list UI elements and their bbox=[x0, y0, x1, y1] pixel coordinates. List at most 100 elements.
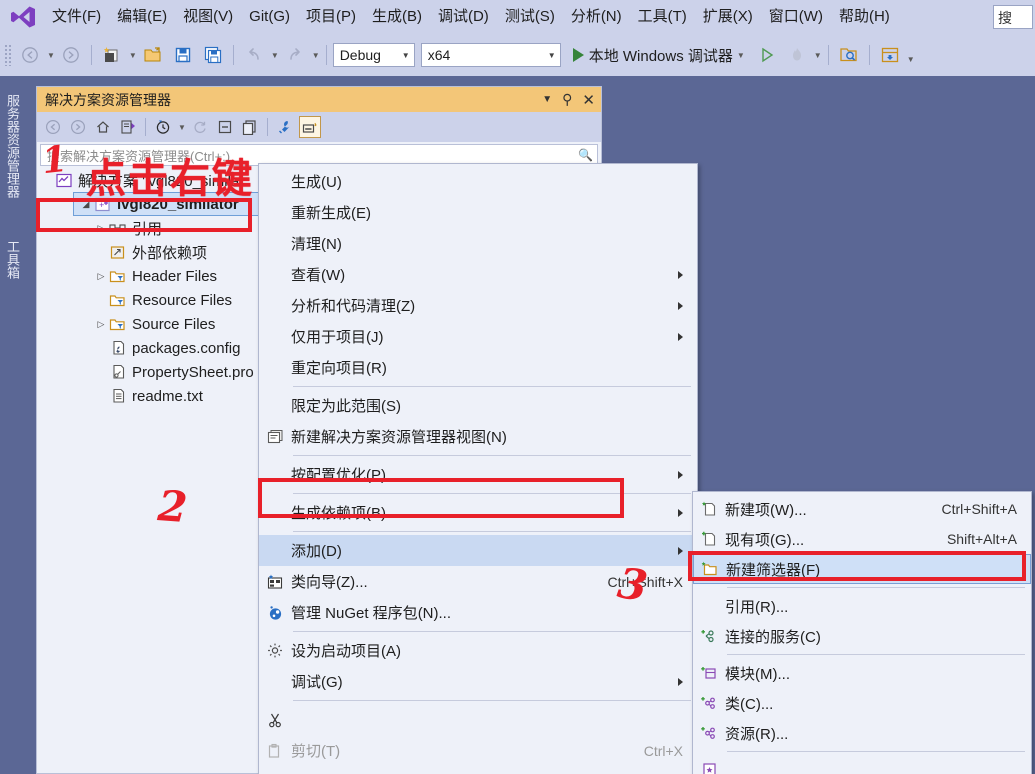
start-debug-dropdown-icon[interactable]: ▼ bbox=[737, 51, 745, 60]
home-icon[interactable] bbox=[92, 116, 114, 138]
menu-item-clean[interactable]: 清理(N) bbox=[259, 228, 697, 259]
menu-item-label: 重新生成(E) bbox=[291, 205, 371, 222]
save-all-icon[interactable] bbox=[199, 42, 227, 68]
config-file-icon bbox=[109, 340, 127, 356]
platform-combo[interactable]: x64 ▼ bbox=[420, 43, 561, 67]
menu-help[interactable]: 帮助(H) bbox=[831, 3, 898, 31]
menu-item-cut[interactable] bbox=[259, 704, 697, 735]
menu-item-scope-to-this[interactable]: 限定为此范围(S) bbox=[259, 390, 697, 421]
menu-item-build[interactable]: 生成(U) bbox=[259, 166, 697, 197]
menu-build[interactable]: 生成(B) bbox=[364, 3, 430, 31]
menu-file[interactable]: 文件(F) bbox=[44, 3, 109, 31]
menu-item-set-as-startup-project[interactable]: 设为启动项目(A) bbox=[259, 635, 697, 666]
menu-item-rebuild[interactable]: 重新生成(E) bbox=[259, 197, 697, 228]
menu-test[interactable]: 测试(S) bbox=[497, 3, 563, 31]
start-debug-icon[interactable] bbox=[572, 48, 584, 62]
menu-analyze[interactable]: 分析(N) bbox=[563, 3, 630, 31]
menu-item-remove[interactable]: 粘贴(P) Ctrl+V bbox=[259, 766, 697, 774]
pin-icon[interactable]: ⚲ bbox=[562, 91, 572, 108]
global-search-input[interactable]: 搜 bbox=[993, 5, 1033, 29]
menu-item-retarget-project[interactable]: 重定向项目(R) bbox=[259, 352, 697, 383]
save-icon[interactable] bbox=[169, 42, 197, 68]
sidebar-tab-server-explorer[interactable]: 服务器资源管理器 bbox=[0, 80, 22, 212]
start-debug-group[interactable]: 本地 Windows 调试器 ▼ bbox=[572, 45, 745, 66]
menu-item-build-dependencies[interactable]: 生成依赖项(B) bbox=[259, 497, 697, 528]
submenu-item-new-item[interactable]: 新建项(W)... Ctrl+Shift+A bbox=[693, 494, 1031, 524]
pending-changes-dropdown-icon[interactable]: ▼ bbox=[178, 123, 186, 132]
undo-icon[interactable] bbox=[240, 42, 268, 68]
toolbar-overflow-icon[interactable]: ▼ bbox=[907, 55, 915, 64]
menu-item-analyze-code-cleanup[interactable]: 分析和代码清理(Z) bbox=[259, 290, 697, 321]
tree-row-project[interactable]: ◢ + lvgl820_similator bbox=[73, 192, 283, 216]
expander-collapsed-icon[interactable]: ▷ bbox=[93, 271, 109, 282]
menu-item-paste[interactable]: 剪切(T) Ctrl+X bbox=[259, 735, 697, 766]
submenu-item-connected-service[interactable]: 连接的服务(C) bbox=[693, 621, 1031, 651]
redo-dropdown-icon[interactable]: ▼ bbox=[312, 51, 320, 60]
submenu-item-new-filter[interactable]: 新建筛选器(F) bbox=[693, 554, 1031, 584]
menu-item-project-only[interactable]: 仅用于项目(J) bbox=[259, 321, 697, 352]
window-layout-icon[interactable] bbox=[876, 42, 904, 68]
menu-item-profile-guided-optimization[interactable]: 按配置优化(P) bbox=[259, 459, 697, 490]
menu-separator bbox=[293, 531, 691, 532]
expander-collapsed-icon[interactable]: ▷ bbox=[93, 319, 109, 330]
submenu-item-label: 新建项(W)... bbox=[725, 501, 807, 519]
forward-icon[interactable] bbox=[67, 116, 89, 138]
new-project-icon[interactable] bbox=[98, 42, 126, 68]
menu-debug[interactable]: 调试(D) bbox=[430, 3, 497, 31]
navigate-back-dropdown-icon[interactable]: ▼ bbox=[47, 51, 55, 60]
menu-item-manage-nuget-packages[interactable]: 管理 NuGet 程序包(N)... bbox=[259, 597, 697, 628]
toolbar-grip[interactable] bbox=[4, 44, 12, 66]
search-placeholder: 搜索解决方案资源管理器(Ctrl+;) bbox=[47, 148, 231, 164]
hot-reload-icon[interactable] bbox=[783, 42, 811, 68]
open-file-icon[interactable] bbox=[139, 42, 167, 68]
menu-window[interactable]: 窗口(W) bbox=[761, 3, 831, 31]
preview-selected-items-icon[interactable] bbox=[298, 116, 321, 138]
submenu-item-resource[interactable]: 资源(R)... bbox=[693, 718, 1031, 748]
submenu-item-existing-item[interactable]: 现有项(G)... Shift+Alt+A bbox=[693, 524, 1031, 554]
chevron-down-icon[interactable]: ▼ bbox=[542, 94, 552, 105]
menu-item-label: 新建解决方案资源管理器视图(N) bbox=[291, 429, 507, 446]
start-without-debugging-icon[interactable] bbox=[753, 42, 781, 68]
redo-icon[interactable] bbox=[281, 42, 309, 68]
menu-project[interactable]: 项目(P) bbox=[298, 3, 364, 31]
expander-collapsed-icon[interactable]: ▷ bbox=[93, 223, 109, 234]
properties-icon[interactable] bbox=[274, 116, 296, 138]
collapse-all-icon[interactable] bbox=[214, 116, 236, 138]
menu-item-label: 重定向项目(R) bbox=[291, 360, 387, 377]
hot-reload-dropdown-icon[interactable]: ▼ bbox=[814, 51, 822, 60]
menu-item-new-solution-explorer-view[interactable]: 新建解决方案资源管理器视图(N) bbox=[259, 421, 697, 452]
menu-extensions[interactable]: 扩展(X) bbox=[695, 3, 761, 31]
new-project-dropdown-icon[interactable]: ▼ bbox=[129, 51, 137, 60]
tree-label: 外部依赖项 bbox=[132, 244, 208, 262]
pending-changes-icon[interactable] bbox=[152, 116, 174, 138]
menu-view[interactable]: 视图(V) bbox=[175, 3, 241, 31]
submenu-item-new-editorconfig[interactable] bbox=[693, 755, 1031, 774]
select-in-solution-explorer-icon[interactable] bbox=[835, 42, 863, 68]
menu-tools[interactable]: 工具(T) bbox=[630, 3, 695, 31]
close-icon[interactable]: ✕ bbox=[582, 91, 595, 109]
configuration-combo[interactable]: Debug ▼ bbox=[332, 43, 415, 67]
refresh-icon[interactable] bbox=[189, 116, 211, 138]
show-all-files-icon[interactable] bbox=[239, 116, 261, 138]
search-icon[interactable]: 🔍 bbox=[578, 148, 593, 162]
sync-with-active-document-icon[interactable] bbox=[117, 116, 139, 138]
startup-project-icon bbox=[259, 642, 291, 659]
submenu-item-class[interactable]: 类(C)... bbox=[693, 688, 1031, 718]
menu-git[interactable]: Git(G) bbox=[241, 3, 298, 31]
back-icon[interactable] bbox=[42, 116, 64, 138]
tree-label: readme.txt bbox=[132, 387, 203, 405]
undo-dropdown-icon[interactable]: ▼ bbox=[271, 51, 279, 60]
submenu-item-reference[interactable]: 引用(R)... bbox=[693, 591, 1031, 621]
submenu-arrow-icon bbox=[678, 301, 683, 310]
sidebar-tab-toolbox[interactable]: 工具箱 bbox=[0, 226, 22, 292]
menu-item-view[interactable]: 查看(W) bbox=[259, 259, 697, 290]
menu-item-add[interactable]: 添加(D) bbox=[259, 535, 697, 566]
submenu-item-module[interactable]: 模块(M)... bbox=[693, 658, 1031, 688]
menu-item-class-wizard[interactable]: 类向导(Z)... Ctrl+Shift+X bbox=[259, 566, 697, 597]
expander-expanded-icon[interactable]: ◢ bbox=[78, 199, 94, 210]
menu-edit[interactable]: 编辑(E) bbox=[109, 3, 175, 31]
menu-item-debug[interactable]: 调试(G) bbox=[259, 666, 697, 697]
navigate-back-icon[interactable] bbox=[16, 42, 44, 68]
navigate-forward-icon[interactable] bbox=[57, 42, 85, 68]
standard-toolbar: ▼ ▼ ▼ ▼ Debug ▼ x64 ▼ 本地 Windows 调试器 ▼ ▼… bbox=[0, 34, 1035, 76]
